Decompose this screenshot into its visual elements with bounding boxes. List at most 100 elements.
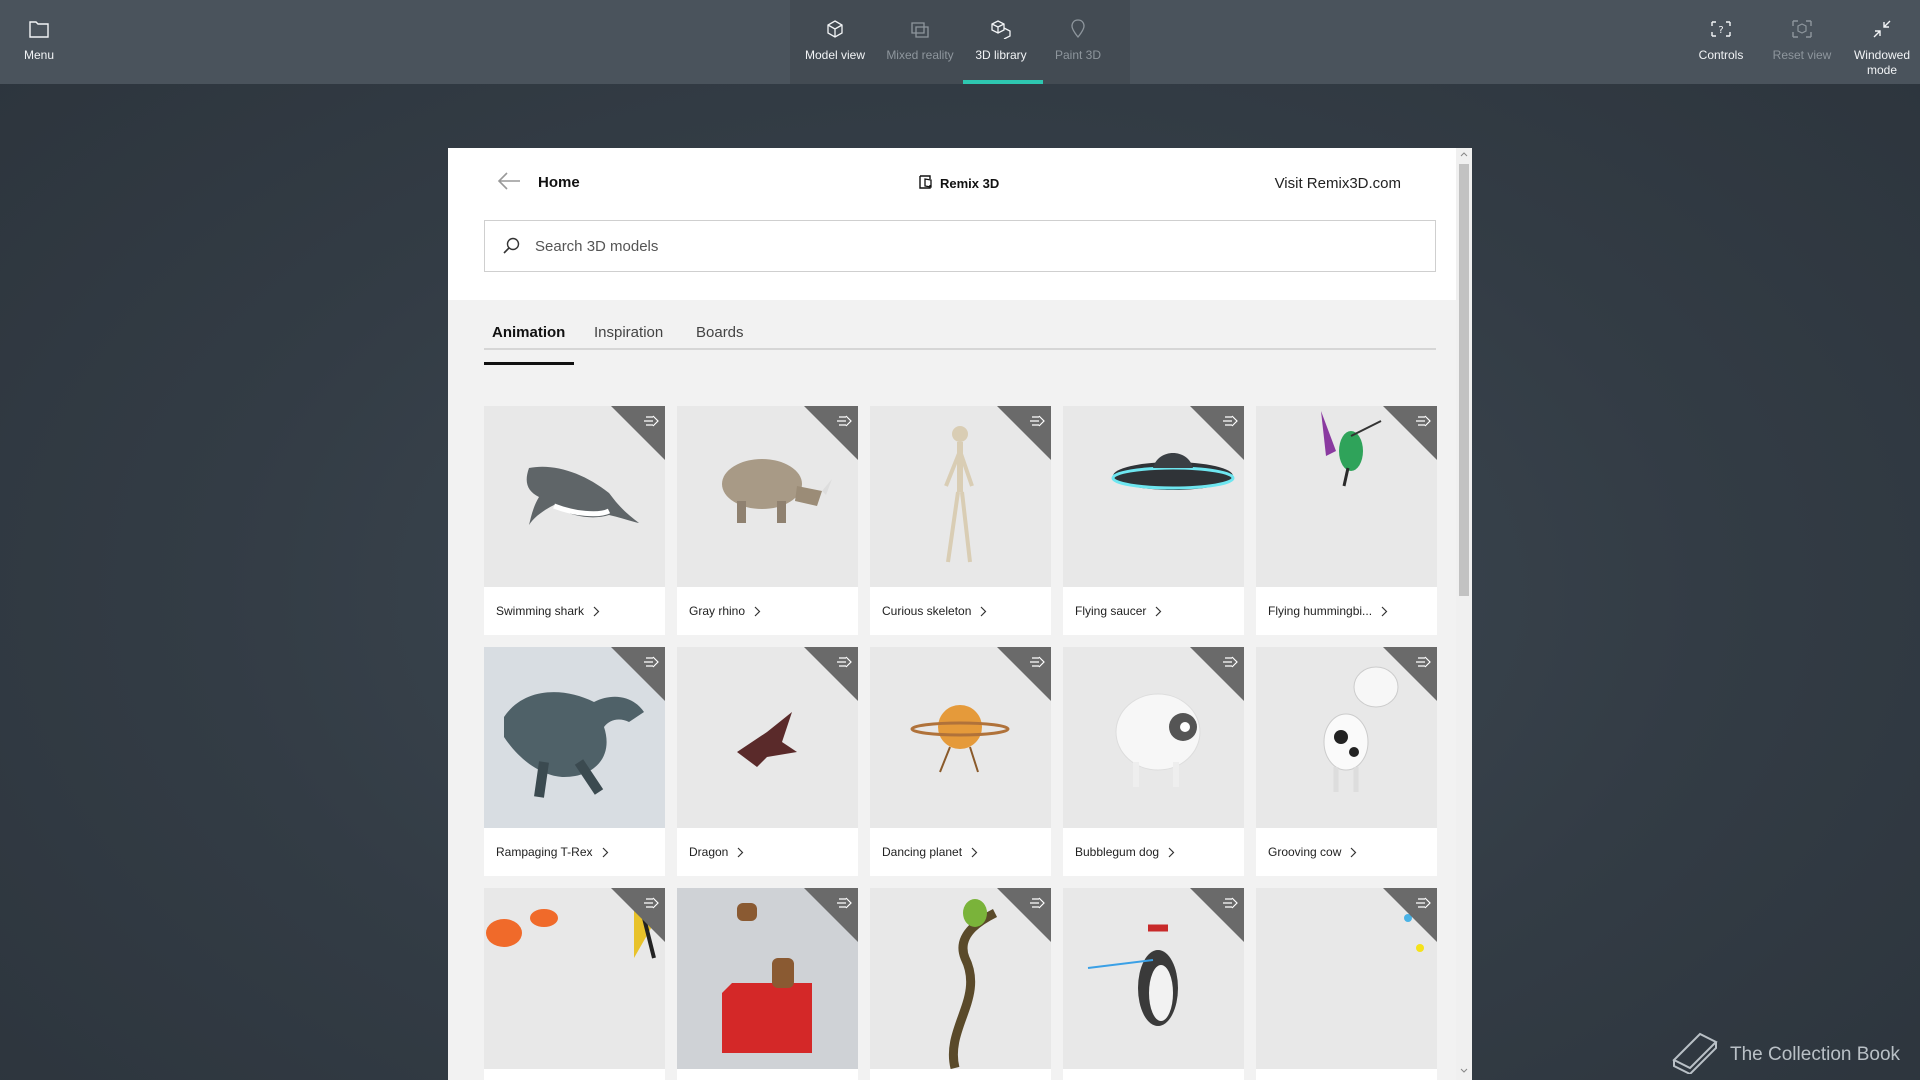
library-icon — [990, 18, 1012, 40]
scroll-up-arrow-icon[interactable] — [1460, 151, 1468, 157]
folder-icon — [28, 18, 50, 40]
model-thumbnail — [870, 888, 1051, 1069]
chevron-right-icon — [1381, 606, 1388, 616]
watermark: The Collection Book — [1668, 1030, 1900, 1080]
model-card[interactable] — [677, 888, 858, 1080]
tab-animation[interactable]: Animation — [492, 324, 565, 341]
model-thumbnail — [677, 406, 858, 587]
controls-help-icon: ? — [1710, 18, 1732, 40]
panel-header: Home Remix 3D Visit Remix3D.com — [448, 148, 1456, 300]
model-thumbnail — [1256, 406, 1437, 587]
model-label: Dragon — [689, 845, 729, 859]
brand-label: Remix 3D — [940, 176, 1000, 191]
animated-badge-icon — [1030, 656, 1045, 668]
animated-badge-icon — [1416, 897, 1431, 909]
remix-3d-brand: Remix 3D — [918, 174, 999, 193]
search-icon — [501, 236, 521, 256]
animated-badge-icon — [1416, 415, 1431, 427]
model-label: Bubblegum dog — [1075, 845, 1160, 859]
active-tab-indicator — [963, 80, 1043, 84]
reset-view-button[interactable]: Reset view — [1772, 0, 1832, 84]
mixed-reality-label: Mixed reality — [886, 48, 954, 62]
windowed-label-line1: Windowed — [1853, 48, 1911, 62]
model-label: Rampaging T-Rex — [496, 845, 593, 859]
controls-label: Controls — [1698, 48, 1744, 62]
remix-3d-panel: Home Remix 3D Visit Remix3D.com Animatio… — [448, 148, 1472, 1080]
menu-button[interactable]: Menu — [22, 0, 56, 84]
visit-remix3d-link[interactable]: Visit Remix3D.com — [1275, 175, 1401, 192]
animated-badge-icon — [1223, 656, 1238, 668]
model-view-label: Model view — [804, 48, 866, 62]
model-label: Flying hummingbi... — [1268, 604, 1373, 618]
chevron-right-icon — [737, 847, 744, 857]
paint-icon — [1067, 18, 1089, 40]
menu-label: Menu — [23, 48, 55, 62]
mixed-reality-icon — [909, 18, 931, 40]
animated-badge-icon — [1223, 415, 1238, 427]
page-title: Home — [538, 174, 580, 191]
model-card[interactable]: Swimming shark — [484, 406, 665, 635]
windowed-mode-button[interactable]: Windowed mode — [1850, 0, 1914, 84]
model-card[interactable]: Dancing planet — [870, 647, 1051, 876]
model-thumbnail — [1063, 888, 1244, 1069]
animated-badge-icon — [837, 897, 852, 909]
chevron-right-icon — [971, 847, 978, 857]
3d-library-button[interactable]: 3D library — [973, 0, 1029, 84]
scroll-down-arrow-icon[interactable] — [1460, 1068, 1468, 1074]
3d-library-label: 3D library — [975, 48, 1027, 62]
animated-badge-icon — [837, 656, 852, 668]
model-thumbnail — [1256, 647, 1437, 828]
animated-badge-icon — [1223, 897, 1238, 909]
animated-badge-icon — [644, 656, 659, 668]
svg-text:?: ? — [1718, 25, 1723, 36]
model-thumbnail — [484, 647, 665, 828]
model-card[interactable] — [484, 888, 665, 1080]
model-card[interactable] — [1063, 888, 1244, 1080]
panel-scrollbar[interactable] — [1456, 148, 1472, 1080]
chevron-right-icon — [593, 606, 600, 616]
animated-badge-icon — [1030, 415, 1045, 427]
chevron-right-icon — [602, 847, 608, 857]
chevron-right-icon — [1350, 847, 1357, 857]
chevron-right-icon — [1168, 847, 1175, 857]
model-card[interactable]: Grooving cow — [1256, 647, 1437, 876]
chevron-right-icon — [980, 606, 987, 616]
tab-inspiration[interactable]: Inspiration — [594, 324, 663, 341]
model-label: Grooving cow — [1268, 845, 1342, 859]
model-card[interactable]: Flying hummingbi... — [1256, 406, 1437, 635]
model-card[interactable]: Bubblegum dog — [1063, 647, 1244, 876]
windowed-label-line2: mode — [1866, 63, 1898, 77]
tab-boards[interactable]: Boards — [696, 324, 744, 341]
paint-3d-button[interactable]: Paint 3D — [1052, 0, 1104, 84]
model-card[interactable] — [870, 888, 1051, 1080]
back-arrow-icon[interactable] — [496, 170, 522, 192]
model-label: Dancing planet — [882, 845, 963, 859]
paint-3d-label: Paint 3D — [1054, 48, 1102, 62]
reset-view-label: Reset view — [1772, 48, 1832, 62]
book-icon — [1668, 1030, 1720, 1080]
model-thumbnail — [677, 888, 858, 1069]
watermark-text: The Collection Book — [1730, 1044, 1901, 1065]
active-tab-underline — [484, 362, 574, 365]
model-card[interactable]: Dragon — [677, 647, 858, 876]
model-card[interactable] — [1256, 888, 1437, 1080]
model-card[interactable]: Gray rhino — [677, 406, 858, 635]
chevron-right-icon — [1155, 606, 1162, 616]
model-thumbnail — [870, 647, 1051, 828]
model-view-button[interactable]: Model view — [802, 0, 868, 84]
controls-button[interactable]: ? Controls — [1696, 0, 1746, 84]
animated-badge-icon — [644, 415, 659, 427]
model-label: Curious skeleton — [882, 604, 972, 618]
model-card[interactable]: Rampaging T-Rex — [484, 647, 665, 876]
cube-icon — [824, 18, 846, 40]
model-label: Gray rhino — [689, 604, 746, 618]
mixed-reality-button[interactable]: Mixed reality — [882, 0, 958, 84]
chevron-right-icon — [754, 606, 761, 616]
model-card[interactable]: Flying saucer — [1063, 406, 1244, 635]
model-card[interactable]: Curious skeleton — [870, 406, 1051, 635]
search-input[interactable] — [535, 237, 1415, 255]
model-thumbnail — [1063, 406, 1244, 587]
model-thumbnail — [1256, 888, 1437, 1069]
model-label: Swimming shark — [496, 604, 585, 618]
scroll-thumb[interactable] — [1459, 164, 1469, 596]
